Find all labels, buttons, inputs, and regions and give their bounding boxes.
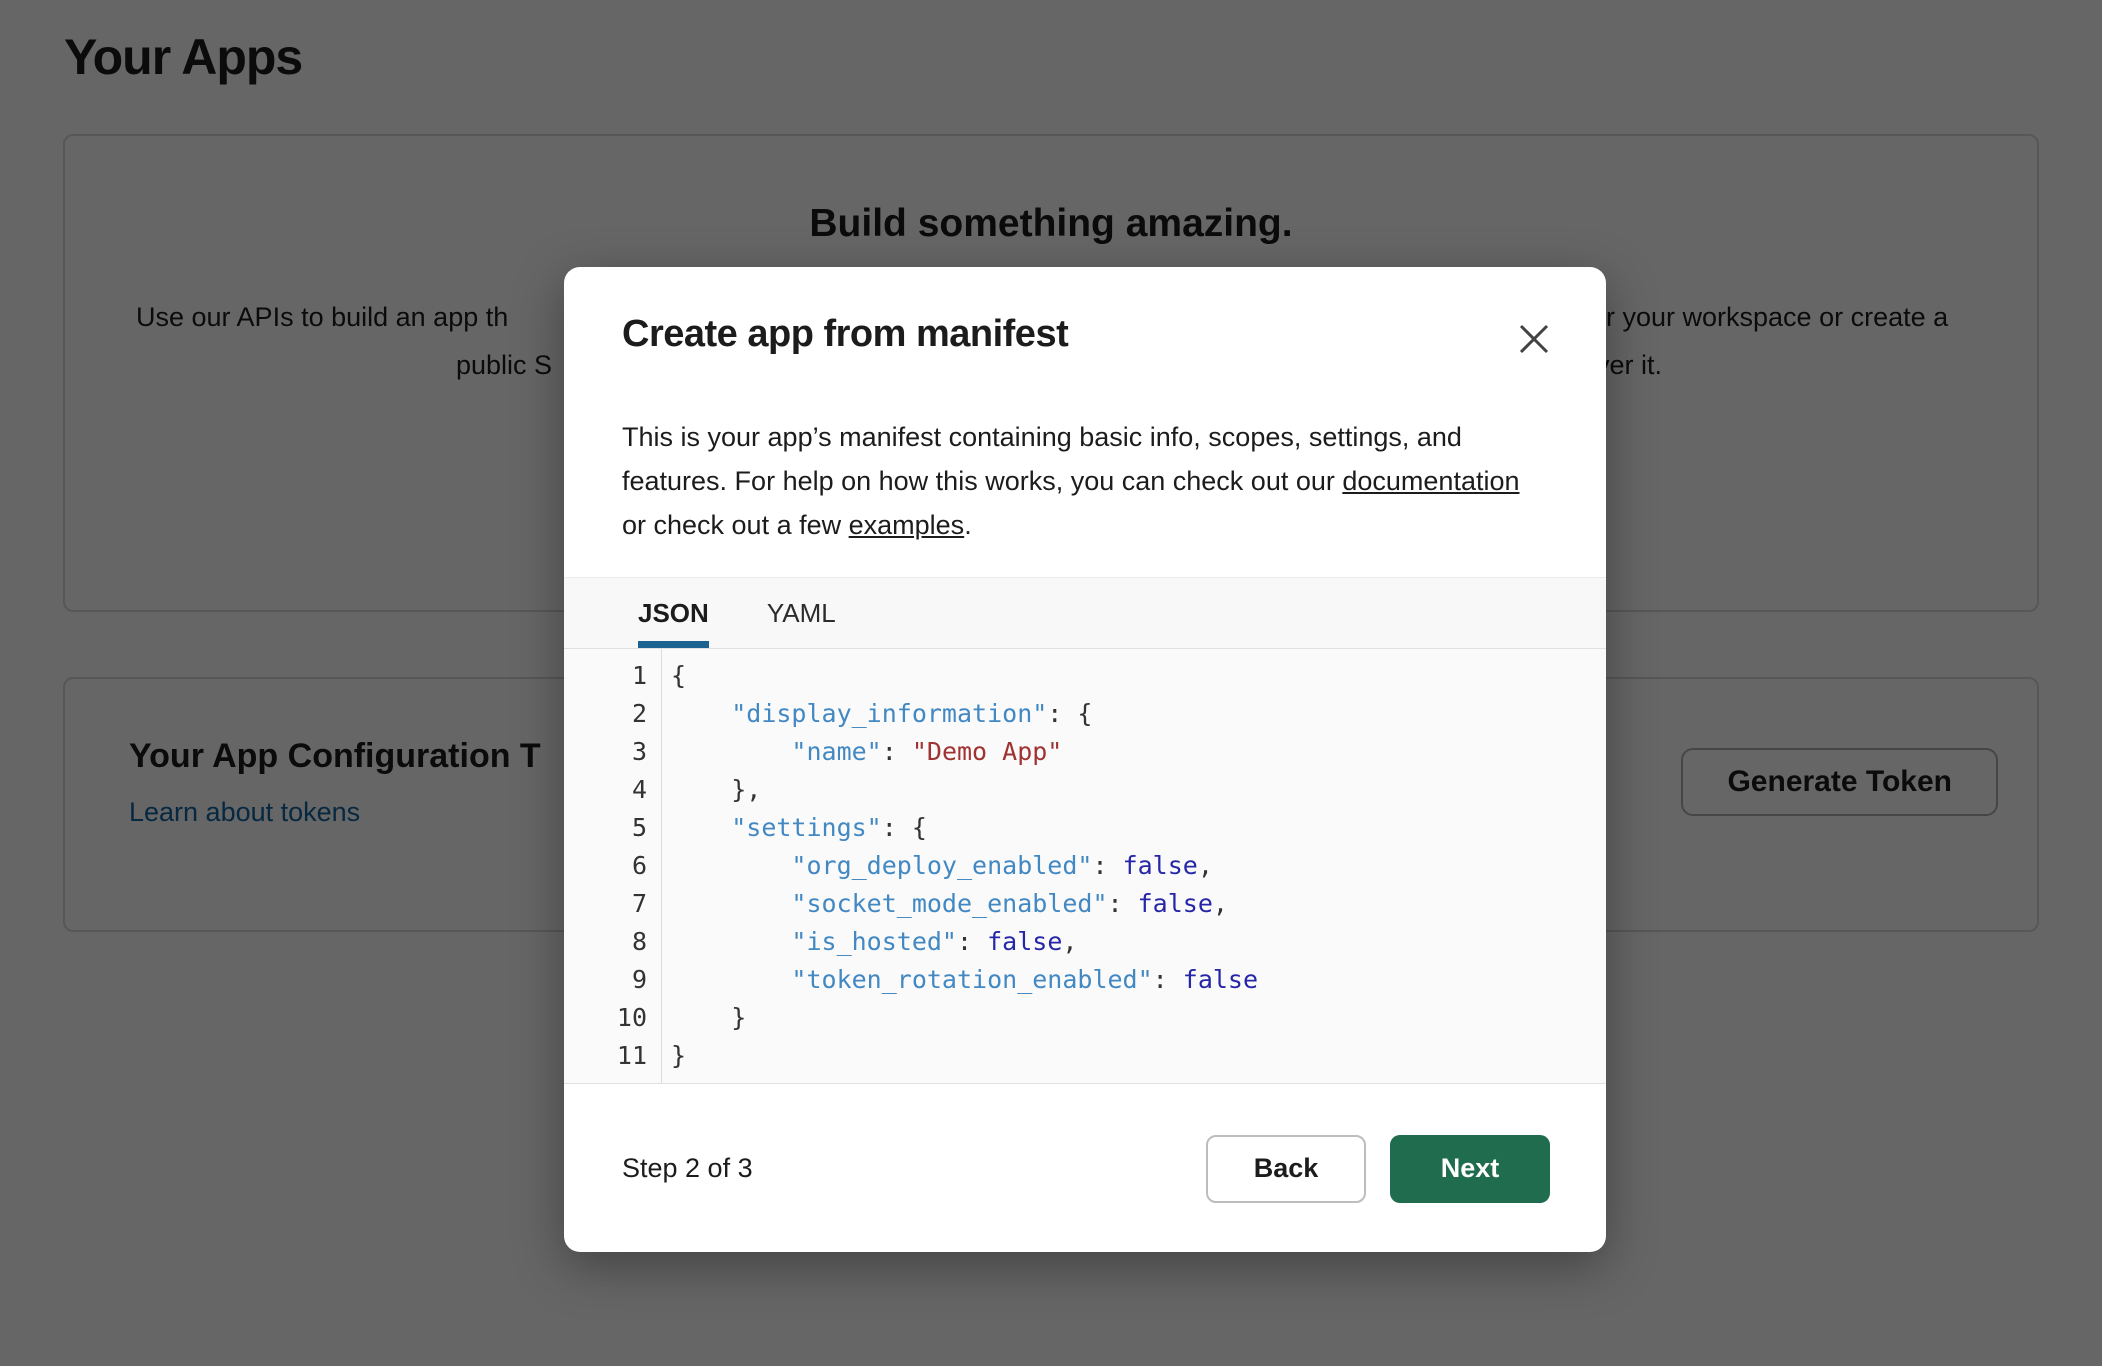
code-line: 6 "org_deploy_enabled": false, — [564, 847, 1606, 885]
code-line: 2 "display_information": { — [564, 695, 1606, 733]
code-line: 7 "socket_mode_enabled": false, — [564, 885, 1606, 923]
close-button[interactable] — [1512, 317, 1556, 361]
line-number: 5 — [564, 809, 661, 847]
description-text: This is your app’s manifest containing b… — [622, 422, 1462, 496]
modal-description: This is your app’s manifest containing b… — [564, 383, 1606, 547]
line-number: 4 — [564, 771, 661, 809]
code-line: 1{ — [564, 657, 1606, 695]
line-number: 1 — [564, 657, 661, 695]
modal-title: Create app from manifest — [622, 313, 1550, 356]
your-apps-page: Your Apps Build something amazing. Use o… — [0, 0, 2102, 1366]
modal-footer: Step 2 of 3 Back Next — [564, 1085, 1606, 1252]
line-number: 3 — [564, 733, 661, 771]
code-line: 11} — [564, 1037, 1606, 1075]
code-line: 9 "token_rotation_enabled": false — [564, 961, 1606, 999]
line-number: 10 — [564, 999, 661, 1037]
close-icon — [1516, 321, 1552, 357]
description-text: or check out a few — [622, 510, 849, 540]
manifest-code[interactable]: 1{2 "display_information": {3 "name": "D… — [564, 649, 1606, 1084]
tab-json[interactable]: JSON — [638, 578, 709, 648]
modal-header: Create app from manifest — [564, 267, 1606, 356]
manifest-editor-section: JSON YAML 1{2 "display_information": {3 "… — [564, 577, 1606, 1085]
manifest-tabs: JSON YAML — [564, 577, 1606, 649]
next-button[interactable]: Next — [1390, 1135, 1550, 1203]
line-number: 6 — [564, 847, 661, 885]
step-indicator: Step 2 of 3 — [622, 1153, 753, 1184]
line-number: 2 — [564, 695, 661, 733]
documentation-link[interactable]: documentation — [1342, 466, 1519, 496]
examples-link[interactable]: examples — [849, 510, 965, 540]
line-number: 7 — [564, 885, 661, 923]
tab-yaml[interactable]: YAML — [767, 578, 836, 648]
code-line: 5 "settings": { — [564, 809, 1606, 847]
footer-buttons: Back Next — [1206, 1135, 1550, 1203]
create-app-from-manifest-modal: Create app from manifest This is your ap… — [564, 267, 1606, 1252]
code-line: 8 "is_hosted": false, — [564, 923, 1606, 961]
code-line: 3 "name": "Demo App" — [564, 733, 1606, 771]
description-text: . — [964, 510, 972, 540]
line-number: 11 — [564, 1037, 661, 1075]
line-number: 8 — [564, 923, 661, 961]
code-line: 4 }, — [564, 771, 1606, 809]
line-number: 9 — [564, 961, 661, 999]
code-line: 10 } — [564, 999, 1606, 1037]
back-button[interactable]: Back — [1206, 1135, 1366, 1203]
